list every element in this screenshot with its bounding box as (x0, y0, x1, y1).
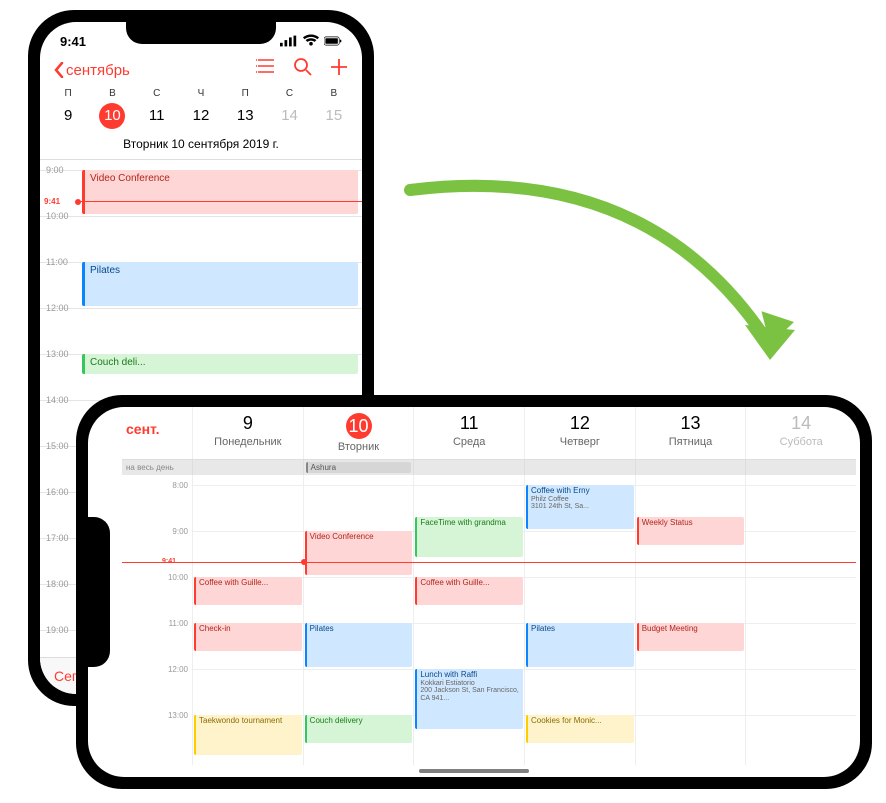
list-icon[interactable] (256, 58, 276, 82)
month-label[interactable]: сент. (122, 407, 192, 459)
allday-row: на весь день Ashura (122, 460, 856, 475)
col-wed: FaceTime with grandma Coffee with Guille… (413, 475, 524, 765)
now-indicator: 9:41 (122, 562, 856, 563)
hour-label: 19:00 (46, 625, 69, 635)
screen-landscape: сент. 9Понедельник 10Вторник 11Среда 12Ч… (88, 407, 860, 777)
battery-icon (324, 32, 342, 50)
hour-label: 11:00 (169, 619, 188, 628)
search-icon[interactable] (294, 58, 312, 82)
hour-label: 17:00 (46, 533, 69, 543)
add-icon[interactable] (330, 58, 348, 82)
hour-label: 16:00 (46, 487, 69, 497)
event-weekly-status[interactable]: Weekly Status (637, 517, 745, 545)
day-header-tue[interactable]: 10Вторник (303, 407, 414, 459)
signal-icon (280, 32, 298, 50)
day-thu[interactable]: Ч12 (179, 88, 223, 129)
day-sun[interactable]: В15 (312, 88, 356, 129)
chevron-left-icon (54, 62, 64, 78)
back-label: сентябрь (66, 62, 130, 79)
day-header-mon[interactable]: 9Понедельник (192, 407, 303, 459)
back-button[interactable]: сентябрь (54, 62, 130, 79)
day-header-sat[interactable]: 14Суббота (745, 407, 856, 459)
col-thu: Coffee with Erny Philz Coffee 3101 24th … (524, 475, 635, 765)
hour-label: 13:00 (168, 711, 188, 720)
hour-label: 11:00 (46, 257, 68, 267)
event-ashura[interactable]: Ashura (306, 462, 412, 473)
event-coffee-guille[interactable]: Coffee with Guille... (415, 577, 523, 605)
event-coffee-guille[interactable]: Coffee with Guille... (194, 577, 302, 605)
hour-label: 9:00 (172, 527, 188, 536)
event-lunch[interactable]: Lunch with Raffi Kokkari Estiatorio 200 … (415, 669, 523, 729)
nav-bar: сентябрь (40, 52, 362, 88)
event-couch[interactable]: Couch deli... (82, 354, 358, 374)
hour-label: 13:00 (46, 349, 69, 359)
hour-label: 15:00 (46, 441, 69, 451)
phone-landscape: сент. 9Понедельник 10Вторник 11Среда 12Ч… (76, 395, 872, 789)
wifi-icon (302, 32, 320, 50)
event-couch[interactable]: Couch delivery (305, 715, 413, 743)
hour-label: 10:00 (46, 211, 69, 221)
day-header-thu[interactable]: 12Четверг (524, 407, 635, 459)
event-pilates[interactable]: Pilates (305, 623, 413, 667)
day-header-wed[interactable]: 11Среда (413, 407, 524, 459)
event-coffee-erny[interactable]: Coffee with Erny Philz Coffee 3101 24th … (526, 485, 634, 529)
rotation-arrow-icon (370, 170, 810, 400)
hour-label: 8:00 (172, 481, 188, 490)
notch (126, 22, 276, 44)
hour-label: 9:00 (46, 165, 64, 175)
event-pilates[interactable]: Pilates (526, 623, 634, 667)
now-indicator: 9:41 (78, 201, 362, 202)
event-checkin[interactable]: Check-in (194, 623, 302, 651)
day-mon[interactable]: П9 (46, 88, 90, 129)
col-fri: Weekly Status Budget Meeting (635, 475, 746, 765)
col-sat (745, 475, 856, 765)
day-header-fri[interactable]: 13Пятница (635, 407, 746, 459)
event-facetime[interactable]: FaceTime with grandma (415, 517, 523, 557)
event-pilates[interactable]: Pilates (82, 262, 358, 306)
week-row: П9 В10 С11 Ч12 П13 С14 В15 (40, 88, 362, 129)
hour-label: 12:00 (168, 665, 188, 674)
event-cookies[interactable]: Cookies for Monic... (526, 715, 634, 743)
event-taekwondo[interactable]: Taekwondo tournament (194, 715, 302, 755)
event-video-conference[interactable]: Video Conference (305, 531, 413, 575)
event-budget[interactable]: Budget Meeting (637, 623, 745, 651)
week-header: сент. 9Понедельник 10Вторник 11Среда 12Ч… (122, 407, 856, 460)
hour-label: 18:00 (46, 579, 69, 589)
week-grid[interactable]: 8:00 9:00 10:00 11:00 12:00 13:00 9:41 (122, 475, 856, 765)
day-wed[interactable]: С11 (135, 88, 179, 129)
notch (88, 517, 110, 667)
event-video-conference[interactable]: Video Conference (82, 170, 358, 214)
allday-label: на весь день (122, 460, 192, 475)
hour-label: 14:00 (46, 395, 69, 405)
status-time: 9:41 (60, 34, 86, 49)
date-title: Вторник 10 сентября 2019 г. (40, 129, 362, 160)
day-fri[interactable]: П13 (223, 88, 267, 129)
hour-label: 12:00 (46, 303, 69, 313)
day-sat[interactable]: С14 (267, 88, 311, 129)
day-tue[interactable]: В10 (90, 88, 134, 129)
col-tue: Video Conference Pilates Couch delivery (303, 475, 414, 765)
hour-label: 10:00 (168, 573, 188, 582)
col-mon: Coffee with Guille... Check-in Taekwondo… (192, 475, 303, 765)
home-indicator[interactable] (419, 769, 529, 773)
